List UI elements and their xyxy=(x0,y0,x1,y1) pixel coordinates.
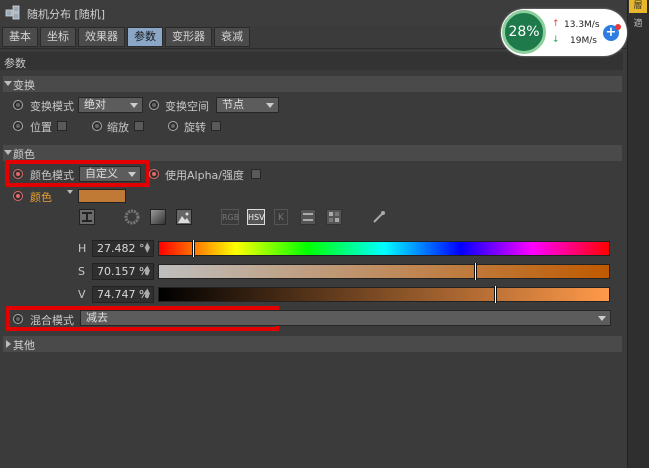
color-wheel-icon[interactable] xyxy=(124,209,140,225)
chevron-down-icon xyxy=(130,103,138,108)
kelvin-mode-icon[interactable]: K xyxy=(274,209,288,225)
upload-speed: 13.3M/s xyxy=(564,20,600,30)
v-slider[interactable] xyxy=(158,286,610,303)
v-label: V xyxy=(78,288,86,301)
download-arrow-icon: ↓ xyxy=(552,35,560,45)
download-speed: 19M/s xyxy=(570,36,597,46)
color-mode-label: 颜色模式 xyxy=(30,169,74,182)
v-slider-knob[interactable] xyxy=(494,286,497,303)
rotation-label: 旋转 xyxy=(184,121,206,134)
upload-arrow-icon: ↑ xyxy=(552,19,560,29)
v-value-field[interactable]: 74.747 % ▲ ▼ xyxy=(92,286,154,303)
rotation-checkbox[interactable] xyxy=(211,121,221,131)
transform-space-value: 节点 xyxy=(222,98,244,111)
params-header-label: 参数 xyxy=(4,57,26,70)
chevron-down-icon xyxy=(598,316,606,321)
chevron-down-icon xyxy=(266,103,274,108)
hsv-mode-icon[interactable]: HSV xyxy=(247,209,265,225)
collapse-arrow-icon xyxy=(6,340,11,348)
spinner-icon[interactable]: ▲ ▼ xyxy=(145,288,150,300)
spectrum-icon[interactable] xyxy=(150,209,166,225)
mixer-icon[interactable] xyxy=(300,209,316,225)
transform-space-anim-dot[interactable] xyxy=(149,100,159,110)
cube-cluster-icon xyxy=(5,4,21,20)
notification-dot xyxy=(615,24,621,30)
transform-mode-label: 变换模式 xyxy=(30,100,74,113)
tab-falloff[interactable]: 衰减 xyxy=(214,27,250,47)
usage-gauge[interactable]: 28% xyxy=(502,10,546,54)
scale-checkbox[interactable] xyxy=(134,121,144,131)
section-transform[interactable]: 变换 xyxy=(3,76,622,92)
right-panel-tab-layers[interactable]: 層 xyxy=(629,0,647,13)
right-panel-tab-2[interactable]: 適 xyxy=(629,16,647,30)
rgb-mode-icon[interactable]: RGB xyxy=(221,209,239,225)
color-mode-value: 自定义 xyxy=(85,167,118,180)
use-alpha-label: 使用Alpha/强度 xyxy=(165,169,244,182)
rotation-anim-dot[interactable] xyxy=(168,121,178,131)
h-value: 27.482 ° xyxy=(97,242,145,255)
blend-mode-dropdown[interactable]: 减去 xyxy=(80,310,611,326)
use-alpha-anim-dot[interactable] xyxy=(149,169,159,179)
s-label: S xyxy=(78,265,85,278)
position-checkbox[interactable] xyxy=(57,121,67,131)
picker-expand-icon[interactable] xyxy=(79,209,95,225)
right-side-panel xyxy=(627,0,649,468)
section-color[interactable]: 颜色 xyxy=(3,145,622,161)
tab-bar: 基本 坐标 效果器 参数 变形器 衰减 xyxy=(2,27,252,47)
blend-mode-anim-dot[interactable] xyxy=(13,314,23,324)
color-mode-anim-dot[interactable] xyxy=(13,169,23,179)
swatches-icon[interactable] xyxy=(326,209,342,225)
section-other[interactable]: 其他 xyxy=(3,336,622,352)
position-label: 位置 xyxy=(30,121,52,134)
section-transform-label: 变换 xyxy=(13,79,35,92)
scale-anim-dot[interactable] xyxy=(92,121,102,131)
color-anim-dot[interactable] xyxy=(13,191,23,201)
chevron-down-icon xyxy=(128,172,136,177)
color-mode-dropdown[interactable]: 自定义 xyxy=(79,166,141,182)
tab-coordinates[interactable]: 坐标 xyxy=(40,27,76,47)
expand-arrow-icon xyxy=(4,150,12,155)
s-value-field[interactable]: 70.157 % ▲ ▼ xyxy=(92,263,154,280)
transform-mode-value: 绝对 xyxy=(84,98,106,111)
blend-mode-value: 减去 xyxy=(86,311,108,324)
s-value: 70.157 % xyxy=(97,265,150,278)
tab-basic[interactable]: 基本 xyxy=(2,27,38,47)
color-swatch[interactable] xyxy=(78,189,126,203)
use-alpha-checkbox[interactable] xyxy=(251,169,261,179)
transform-mode-anim-dot[interactable] xyxy=(13,100,23,110)
eyedropper-icon[interactable] xyxy=(371,209,387,225)
transform-space-dropdown[interactable]: 节点 xyxy=(216,97,279,113)
section-other-label: 其他 xyxy=(13,339,35,352)
expand-arrow-icon[interactable] xyxy=(67,190,73,194)
transform-mode-dropdown[interactable]: 绝对 xyxy=(78,97,143,113)
s-slider-knob[interactable] xyxy=(474,263,477,280)
spinner-icon[interactable]: ▲ ▼ xyxy=(145,242,150,254)
h-value-field[interactable]: 27.482 ° ▲ ▼ xyxy=(92,240,154,257)
tab-deformer[interactable]: 变形器 xyxy=(165,27,212,47)
position-anim-dot[interactable] xyxy=(13,121,23,131)
blend-mode-label: 混合模式 xyxy=(30,314,74,327)
tab-effector[interactable]: 效果器 xyxy=(78,27,125,47)
h-slider[interactable] xyxy=(158,240,610,257)
image-picker-icon[interactable] xyxy=(176,209,192,225)
s-slider[interactable] xyxy=(158,263,610,280)
spinner-icon[interactable]: ▲ ▼ xyxy=(145,265,150,277)
window-title: 随机分布 [随机] xyxy=(27,8,106,21)
transform-space-label: 变换空间 xyxy=(165,100,209,113)
h-label: H xyxy=(78,242,87,255)
h-slider-knob[interactable] xyxy=(192,240,195,257)
v-value: 74.747 % xyxy=(97,288,150,301)
color-label: 颜色 xyxy=(30,191,52,204)
scale-label: 缩放 xyxy=(107,121,129,134)
tab-parameters[interactable]: 参数 xyxy=(127,27,163,47)
expand-arrow-icon xyxy=(4,81,12,86)
